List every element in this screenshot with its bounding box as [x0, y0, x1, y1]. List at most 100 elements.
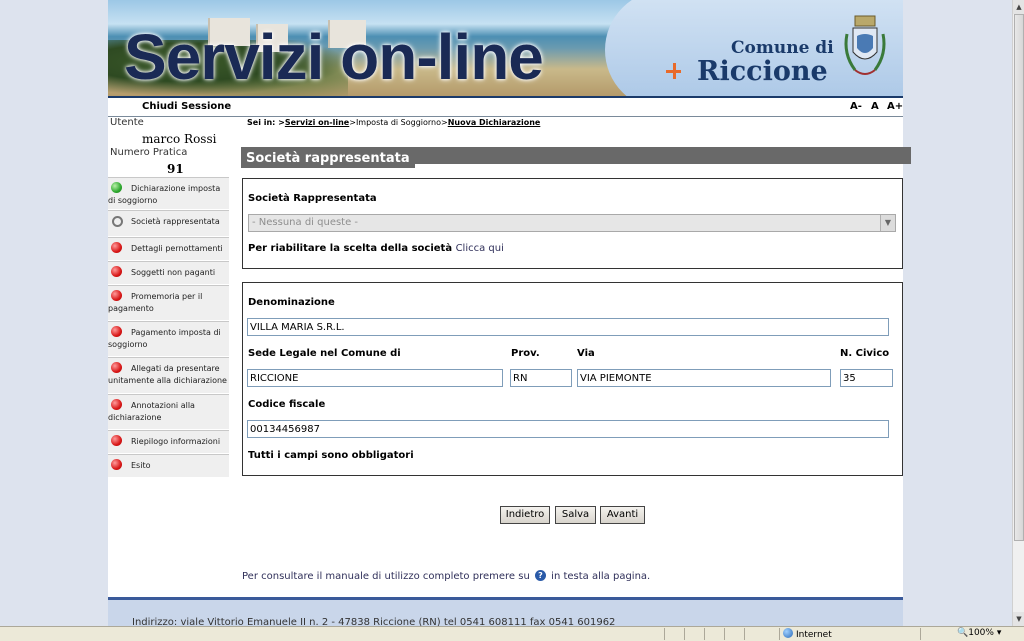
status-ok-icon: [111, 182, 122, 193]
font-larger-button[interactable]: A+: [887, 101, 903, 112]
sidebar-item-label: Annotazioni alla dichiarazione: [108, 401, 195, 422]
status-cell: [724, 628, 743, 640]
back-button[interactable]: Indietro: [500, 506, 550, 524]
comune-di-label: Comune di: [731, 38, 834, 58]
protected-mode-cell[interactable]: [920, 628, 951, 640]
user-info: Utente marco Rossi Numero Pratica 91: [108, 115, 229, 177]
save-button[interactable]: Salva: [555, 506, 596, 524]
breadcrumb-sep: >: [349, 118, 356, 127]
status-error-icon: [111, 399, 122, 410]
company-select-box: Società Rappresentata - Nessuna di quest…: [242, 178, 903, 269]
user-name: marco Rossi: [142, 132, 217, 146]
company-select-label: Società Rappresentata: [248, 193, 377, 204]
status-error-icon: [111, 362, 122, 373]
user-label: Utente: [110, 117, 144, 128]
zone-label: Internet: [796, 630, 832, 640]
breadcrumb: Sei in: >Servizi on-line>Imposta di Sogg…: [247, 118, 540, 127]
company-details-box: Denominazione VILLA MARIA S.R.L. Sede Le…: [242, 282, 903, 476]
sidebar-item-non-paganti[interactable]: Soggetti non paganti: [108, 261, 229, 285]
prov-field[interactable]: RN: [510, 369, 572, 387]
breadcrumb-link-servizi[interactable]: Servizi on-line: [285, 118, 349, 127]
font-normal-button[interactable]: A: [871, 101, 879, 112]
globe-icon: [783, 628, 793, 638]
sidebar-item-label: Pagamento imposta di soggiorno: [108, 328, 221, 349]
sidebar-item-label: Società rappresentata: [131, 217, 220, 226]
security-zone: Internet: [783, 628, 832, 640]
status-error-icon: [111, 435, 122, 446]
sidebar-item-societa[interactable]: Società rappresentata: [108, 210, 229, 237]
breadcrumb-item-imposta: Imposta di Soggiorno: [355, 118, 442, 127]
city-crest-icon: [844, 15, 886, 75]
status-cell: [684, 628, 703, 640]
sidebar-item-riepilogo[interactable]: Riepilogo informazioni: [108, 430, 229, 454]
reenable-link[interactable]: Clicca qui: [456, 243, 504, 254]
status-error-icon: [111, 326, 122, 337]
sidebar-item-label: Esito: [131, 461, 151, 470]
company-select-value: - Nessuna di queste -: [252, 217, 359, 228]
header-banner: Servizi on-line Comune di Riccione: [108, 0, 903, 96]
cf-label: Codice fiscale: [248, 399, 326, 410]
status-cell: [744, 628, 763, 640]
footer-address: Indirizzo: viale Vittorio Emanuele II n.…: [132, 617, 616, 626]
chevron-down-icon[interactable]: ▼: [880, 215, 895, 231]
scroll-up-icon[interactable]: ▲: [1013, 0, 1024, 14]
sidebar-item-allegati[interactable]: Allegati da presentare unitamente alla d…: [108, 357, 229, 394]
help-note-before: Per consultare il manuale di utilizzo co…: [242, 571, 530, 582]
breadcrumb-prefix: Sei in: >: [247, 118, 285, 127]
help-note: Per consultare il manuale di utilizzo co…: [242, 570, 650, 582]
page-footer: Indirizzo: viale Vittorio Emanuele II n.…: [108, 597, 903, 626]
site-title: Servizi on-line: [124, 21, 544, 93]
next-button[interactable]: Avanti: [600, 506, 645, 524]
denominazione-label: Denominazione: [248, 297, 335, 308]
practice-number: 91: [167, 162, 184, 176]
status-cell: [704, 628, 723, 640]
page-title: Società rappresentata: [241, 148, 415, 170]
sidebar: Utente marco Rossi Numero Pratica 91: [108, 115, 229, 177]
sidebar-item-label: Promemoria per il pagamento: [108, 292, 203, 313]
company-select[interactable]: - Nessuna di queste - ▼: [248, 214, 896, 232]
riccione-label: Riccione: [697, 56, 828, 87]
scroll-down-icon[interactable]: ▼: [1013, 612, 1024, 626]
reenable-hint: Per riabilitare la scelta della società …: [248, 243, 504, 254]
breadcrumb-sep: >: [441, 118, 448, 127]
status-cell: [664, 628, 683, 640]
denominazione-field[interactable]: VILLA MARIA S.R.L.: [247, 318, 889, 336]
zoom-level[interactable]: 🔍100% ▾: [957, 628, 1001, 638]
riccione-logo-icon: [666, 63, 681, 79]
prov-label: Prov.: [511, 348, 540, 359]
breadcrumb-link-nuova[interactable]: Nuova Dichiarazione: [448, 118, 541, 127]
sidebar-item-annotazioni[interactable]: Annotazioni alla dichiarazione: [108, 394, 229, 430]
required-note: Tutti i campi sono obbligatori: [248, 450, 414, 461]
sidebar-item-label: Allegati da presentare unitamente alla d…: [108, 364, 227, 385]
via-field[interactable]: VIA PIEMONTE: [577, 369, 831, 387]
sidebar-item-label: Soggetti non paganti: [131, 268, 216, 277]
zoom-value: 100%: [968, 628, 994, 638]
sidebar-item-pernottamenti[interactable]: Dettagli pernottamenti: [108, 237, 229, 261]
reenable-text: Per riabilitare la scelta della società: [248, 243, 453, 254]
scrollbar-thumb[interactable]: [1014, 14, 1024, 541]
status-error-icon: [111, 459, 122, 470]
sidebar-item-label: Dettagli pernottamenti: [131, 244, 223, 253]
civico-field[interactable]: 35: [840, 369, 893, 387]
status-bar: Internet 🔍100% ▾: [0, 626, 1024, 641]
status-error-icon: [111, 290, 122, 301]
practice-label: Numero Pratica: [110, 147, 188, 158]
close-session-link[interactable]: Chiudi Sessione: [142, 101, 231, 112]
sidebar-item-label: Riepilogo informazioni: [131, 437, 221, 446]
sidebar-item-promemoria[interactable]: Promemoria per il pagamento: [108, 285, 229, 321]
sede-field[interactable]: RICCIONE: [247, 369, 503, 387]
cf-field[interactable]: 00134456987: [247, 420, 889, 438]
sidebar-item-label: Dichiarazione imposta di soggiorno: [108, 184, 221, 205]
vertical-scrollbar[interactable]: ▲ ▼: [1012, 0, 1024, 626]
civico-label: N. Civico: [840, 348, 890, 359]
session-bar: Chiudi Sessione A- A A+: [108, 96, 903, 117]
sidebar-item-esito[interactable]: Esito: [108, 454, 229, 478]
sidebar-item-pagamento[interactable]: Pagamento imposta di soggiorno: [108, 321, 229, 357]
font-smaller-button[interactable]: A-: [850, 101, 862, 112]
status-error-icon: [111, 266, 122, 277]
gear-icon: [112, 216, 123, 227]
sidebar-item-dichiarazione[interactable]: Dichiarazione imposta di soggiorno: [108, 177, 229, 210]
via-label: Via: [577, 348, 595, 359]
status-error-icon: [111, 242, 122, 253]
sede-label: Sede Legale nel Comune di: [248, 348, 401, 359]
